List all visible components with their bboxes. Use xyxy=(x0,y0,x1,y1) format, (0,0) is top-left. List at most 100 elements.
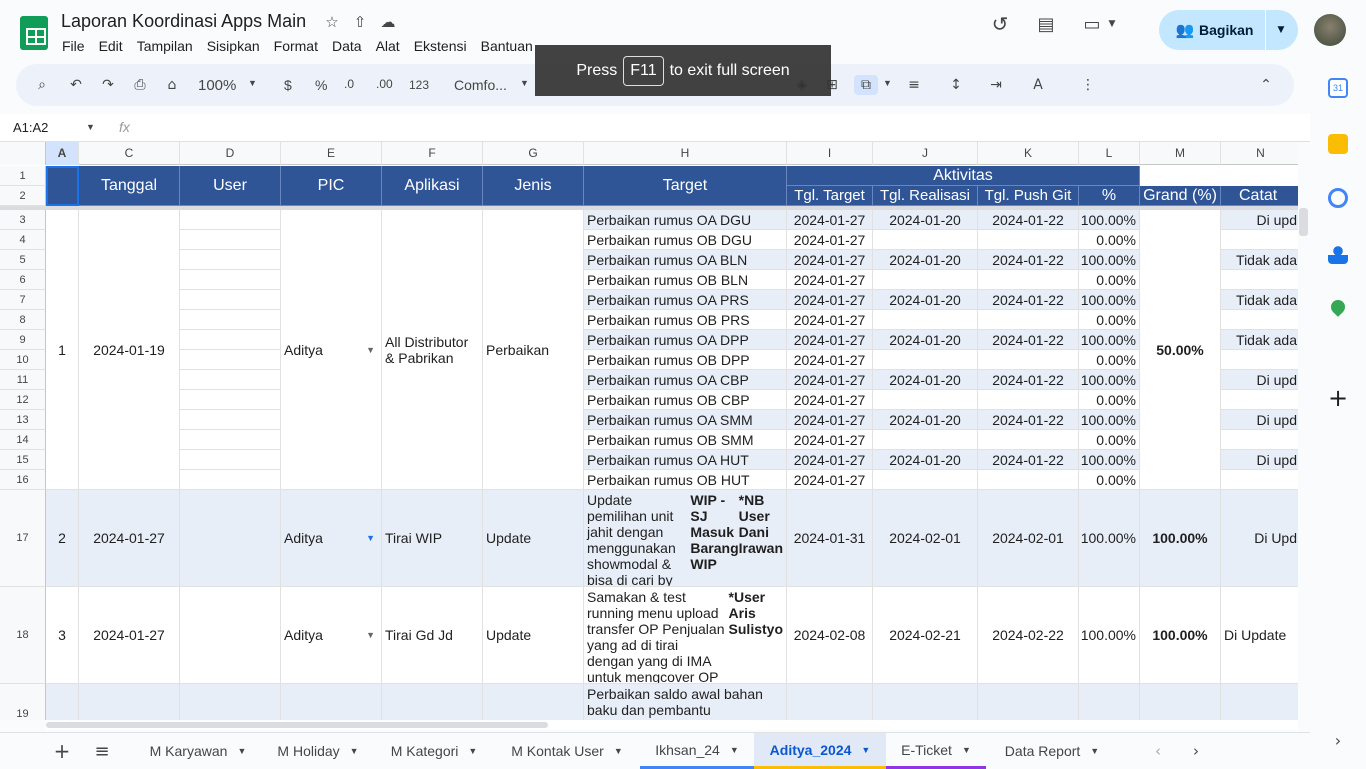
tgl-push-cell[interactable] xyxy=(978,684,1079,720)
column-header-m[interactable]: M xyxy=(1140,142,1221,165)
keep-icon[interactable] xyxy=(1328,134,1348,154)
tgl-push-cell[interactable] xyxy=(978,470,1079,490)
header-jenis[interactable]: Jenis xyxy=(483,166,584,206)
note-cell[interactable]: Di upd xyxy=(1221,210,1298,230)
note-cell[interactable]: Tidak ada xyxy=(1221,330,1298,350)
tgl-push-cell[interactable]: 2024-01-22 xyxy=(978,410,1079,430)
target-cell[interactable]: Update pemilihan unit jahit dengan mengg… xyxy=(584,490,787,587)
increase-decimal-button[interactable]: .00 xyxy=(376,77,393,91)
target-cell[interactable]: Perbaikan rumus OA DGU xyxy=(584,210,787,230)
user-cell[interactable] xyxy=(180,490,281,587)
tgl-realisasi-cell[interactable]: 2024-01-20 xyxy=(873,370,978,390)
zoom-dropdown-icon[interactable]: ▼ xyxy=(248,78,257,88)
user-cell[interactable] xyxy=(180,684,281,720)
user-cell[interactable] xyxy=(180,330,281,350)
row-header[interactable]: 10 xyxy=(0,350,46,370)
column-header-a[interactable]: A xyxy=(46,142,79,165)
no-cell[interactable]: 2 xyxy=(46,490,79,587)
tgl-target-cell[interactable] xyxy=(787,684,873,720)
row-header[interactable]: 3 xyxy=(0,210,46,230)
tgl-realisasi-cell[interactable]: 2024-01-20 xyxy=(873,290,978,310)
tasks-icon[interactable] xyxy=(1328,188,1348,208)
sheet-tab-menu-icon[interactable]: ▼ xyxy=(350,746,359,756)
user-cell[interactable] xyxy=(180,370,281,390)
header-pct[interactable]: % xyxy=(1079,186,1140,206)
menu-tampilan[interactable]: Tampilan xyxy=(137,38,193,54)
row-header[interactable]: 5 xyxy=(0,250,46,270)
tgl-target-cell[interactable]: 2024-01-27 xyxy=(787,290,873,310)
pct-cell[interactable]: 100.00% xyxy=(1079,587,1140,684)
pic-cell[interactable]: Aditya ▼ xyxy=(281,587,382,684)
user-cell[interactable] xyxy=(180,450,281,470)
target-cell[interactable]: Perbaikan rumus OB CBP xyxy=(584,390,787,410)
menu-bantuan[interactable]: Bantuan xyxy=(481,38,533,54)
column-header-i[interactable]: I xyxy=(787,142,873,165)
user-cell[interactable] xyxy=(180,350,281,370)
column-header-h[interactable]: H xyxy=(584,142,787,165)
target-cell[interactable]: Perbaikan rumus OB DPP xyxy=(584,350,787,370)
tgl-realisasi-cell[interactable]: 2024-01-20 xyxy=(873,410,978,430)
user-cell[interactable] xyxy=(180,430,281,450)
note-cell[interactable] xyxy=(1221,230,1298,250)
row-header[interactable]: 14 xyxy=(0,430,46,450)
row-header[interactable]: 7 xyxy=(0,290,46,310)
tgl-push-cell[interactable]: 2024-01-22 xyxy=(978,210,1079,230)
pct-cell[interactable]: 0.00% xyxy=(1079,230,1140,250)
row-header[interactable]: 8 xyxy=(0,310,46,330)
avatar[interactable] xyxy=(1314,14,1346,46)
spreadsheet-grid[interactable]: ACDEFGHIJKLMN 1 2 Tanggal User PIC Aplikasi Je… xyxy=(0,142,1298,720)
note-cell[interactable] xyxy=(1221,430,1298,450)
history-icon[interactable]: ↺ xyxy=(990,12,1010,36)
sheet-tab-menu-icon[interactable]: ▼ xyxy=(468,746,477,756)
note-cell[interactable] xyxy=(1221,470,1298,490)
row-header[interactable]: 4 xyxy=(0,230,46,250)
number-format-button[interactable]: 123 xyxy=(409,78,429,92)
column-header-d[interactable]: D xyxy=(180,142,281,165)
tgl-target-cell[interactable]: 2024-01-27 xyxy=(787,390,873,410)
target-cell[interactable]: Samakan & test running menu upload trans… xyxy=(584,587,787,684)
move-to-folder-icon[interactable]: ⇧ xyxy=(350,12,370,32)
note-cell[interactable] xyxy=(1221,350,1298,370)
tgl-realisasi-cell[interactable] xyxy=(873,230,978,250)
header-grand[interactable]: Grand (%) xyxy=(1140,186,1221,206)
header-aplikasi[interactable]: Aplikasi xyxy=(382,166,483,206)
print-icon[interactable]: ⎙ xyxy=(130,75,150,95)
pct-cell[interactable]: 100.00% xyxy=(1079,210,1140,230)
target-cell[interactable]: Perbaikan rumus OA DPP xyxy=(584,330,787,350)
column-header-f[interactable]: F xyxy=(382,142,483,165)
user-cell[interactable] xyxy=(180,270,281,290)
tgl-push-cell[interactable]: 2024-01-22 xyxy=(978,370,1079,390)
tgl-target-cell[interactable]: 2024-01-31 xyxy=(787,490,873,587)
header-tgl-realisasi[interactable]: Tgl. Realisasi xyxy=(873,186,978,206)
percent-button[interactable]: % xyxy=(315,77,327,93)
merge-cells-icon[interactable]: ⧉ xyxy=(854,75,878,95)
tgl-realisasi-cell[interactable] xyxy=(873,310,978,330)
target-cell[interactable]: Perbaikan rumus OA PRS xyxy=(584,290,787,310)
tgl-push-cell[interactable] xyxy=(978,270,1079,290)
menu-edit[interactable]: Edit xyxy=(99,38,123,54)
note-cell[interactable] xyxy=(1221,310,1298,330)
row-header[interactable]: 18 xyxy=(0,587,46,684)
pic-dropdown-icon[interactable]: ▼ xyxy=(366,345,375,355)
tgl-push-cell[interactable]: 2024-02-22 xyxy=(978,587,1079,684)
pct-cell[interactable]: 0.00% xyxy=(1079,470,1140,490)
note-cell[interactable]: Di Update xyxy=(1221,587,1298,684)
pct-cell[interactable]: 100.00% xyxy=(1079,370,1140,390)
column-header-n[interactable]: N xyxy=(1221,142,1298,165)
tgl-realisasi-cell[interactable]: 2024-01-20 xyxy=(873,210,978,230)
expand-panel-icon[interactable]: › xyxy=(1328,730,1348,750)
tgl-push-cell[interactable]: 2024-02-01 xyxy=(978,490,1079,587)
row-header[interactable]: 11 xyxy=(0,370,46,390)
header-pic[interactable]: PIC xyxy=(281,166,382,206)
jenis-cell[interactable]: Update xyxy=(483,587,584,684)
sheet-tab-ikhsan-24[interactable]: Ikhsan_24 ▼ xyxy=(640,733,754,769)
merge-dropdown-icon[interactable]: ▼ xyxy=(883,78,892,88)
tanggal-cell[interactable]: 2024-01-27 xyxy=(79,490,180,587)
decrease-decimal-button[interactable]: .0 xyxy=(344,77,354,91)
row-header[interactable]: 13 xyxy=(0,410,46,430)
note-cell[interactable]: Di upd xyxy=(1221,410,1298,430)
column-header-g[interactable]: G xyxy=(483,142,584,165)
target-cell[interactable]: Perbaikan rumus OB BLN xyxy=(584,270,787,290)
tgl-realisasi-cell[interactable] xyxy=(873,684,978,720)
header-tgl-target[interactable]: Tgl. Target xyxy=(787,186,873,206)
